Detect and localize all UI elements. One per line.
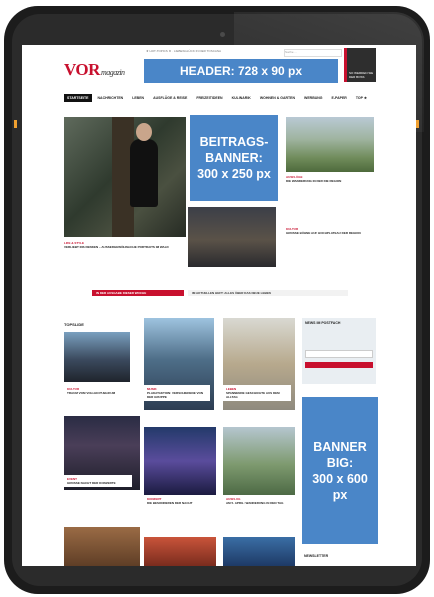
person-head [136,123,152,141]
sidebar-section-label: NEWSLETTER [304,554,329,558]
big-ad-line2: BIG: [326,455,354,470]
big-ad-line1: BANNER [313,439,367,454]
grid-image-9[interactable] [223,537,295,566]
section-title: TOPSLIDE [64,322,84,327]
newsletter-email-input[interactable] [305,350,373,358]
thumbnail-accent [344,48,347,82]
camera-icon [220,32,225,37]
newsletter-title: NEWS IM POSTFACH [305,321,341,325]
nav-item-startseite[interactable]: STARTSEITE [64,94,92,102]
nav-item-freizeit[interactable]: FREIZEITIDEEN [193,94,225,102]
grid-image-7[interactable] [64,527,140,566]
grid-title-5: DIE BESONDEREN DER NACHT [147,501,193,505]
right-side-marker [416,120,419,128]
grid-caption-1[interactable]: KULTUR TRAUM VOM VOLLEN PUBLIKUM [64,385,130,397]
grid-title-2: PLAKATAKTION: VERSCHIEDENE VON DER GRUPP… [147,391,204,399]
nav-item-nachrichten[interactable]: NACHRICHTEN [95,94,127,102]
beitrags-ad-banner[interactable]: BEITRAGS- BANNER: 300 x 250 px [190,115,278,201]
person-silhouette [130,139,158,207]
big-ad-line3: 300 x 600 [312,471,368,486]
lead-article-caption[interactable]: LIFE & STYLE VERLIEBT INS DENKEN – AUSSE… [64,241,186,249]
grid-caption-4[interactable]: EVENT GROSSE NACHT DER KONZERTE [64,475,132,487]
article-caption-stage[interactable]: KULTUR GROSSE BÜHNE AUF HOCHPLATEAU DER … [286,227,374,235]
newsletter-box: NEWS IM POSTFACH [302,318,376,384]
grid-title-3: SPANNENDE GESCHICHTE AUS DEM ALLTAG [226,391,280,399]
nav-item-kulinarik[interactable]: KULINARIK [229,94,254,102]
promo-label: IN DER AUSGABE DIESER WOCHE [96,291,147,295]
newsletter-submit-button[interactable] [305,362,373,368]
left-side-marker [14,120,17,128]
grid-title-1: TRAUM VOM VOLLEN PUBLIKUM [67,391,116,395]
beitrags-ad-line2: BANNER: [205,151,263,165]
grid-caption-3[interactable]: LEBEN SPANNENDE GESCHICHTE AUS DEM ALLTA… [223,385,291,401]
header-ad-banner[interactable]: HEADER: 728 x 90 px [144,59,338,83]
big-ad-line4: px [332,487,348,502]
lead-article-title: VERLIEBT INS DENKEN – AUSSERGEWÖHNLICHE … [64,245,169,249]
nav-item-leben[interactable]: LEBEN [129,94,147,102]
thumbnail-caption: SO WERDEN SIE DER BOSS [349,71,374,79]
grid-image-5[interactable] [144,427,216,495]
lead-article-image[interactable] [64,117,186,237]
article-image-stage[interactable] [188,207,276,267]
nav-item-epaper[interactable]: E-PAPER [329,94,350,102]
grid-title-6: AM 5. APRIL: WANDERUNG IN DEN TAG [226,501,284,505]
logo-sub: magazin [100,68,125,77]
promo-strip[interactable]: IN DER AUSGABE DIESER WOCHE IM AKTUELLEN… [92,288,352,298]
search-input[interactable]: Suche ... [284,49,342,57]
article-caption-landscape[interactable]: AUSFLÜGE DIE WANDERUNG IN DER DIE REGION [286,175,374,183]
article-title-stage: GROSSE BÜHNE AUF HOCHPLATEAU DER REGION [286,231,361,235]
side-thumbnail[interactable]: SO WERDEN SIE DER BOSS [344,48,376,82]
promo-link[interactable]: IM AKTUELLEN HEFT: ALLES ÜBER DAS NEUE L… [192,291,271,295]
beitrags-ad-line3: 300 x 250 px [197,167,271,181]
article-image-landscape[interactable] [286,117,374,172]
logo-main: VOR [64,60,100,79]
tablet-screen: ★ HOT-TOPICS ★ · LIEBESGLÜCK IN DER TOSC… [22,45,416,566]
grid-caption-6[interactable]: AUSFLUG AM 5. APRIL: WANDERUNG IN DEN TA… [223,495,291,507]
big-ad-banner[interactable]: BANNER BIG: 300 x 600 px [302,397,378,544]
grid-image-8[interactable] [144,537,216,566]
topbar-links[interactable]: ★ HOT-TOPICS ★ · LIEBESGLÜCK IN DER TOSC… [146,49,221,53]
site-logo[interactable]: VORmagazin [64,60,125,80]
main-nav: STARTSEITE NACHRICHTEN LEBEN AUSFLÜGE & … [64,93,376,103]
grid-caption-2[interactable]: MUSIK PLAKATAKTION: VERSCHIEDENE VON DER… [144,385,210,401]
article-title-landscape: DIE WANDERUNG IN DER DIE REGION [286,179,342,183]
grid-image-1[interactable] [64,332,130,382]
grid-caption-5[interactable]: KONZERT DIE BESONDEREN DER NACHT [144,495,212,507]
grid-title-4: GROSSE NACHT DER KONZERTE [67,481,116,485]
beitrags-ad-line1: BEITRAGS- [199,135,269,149]
nav-item-top[interactable]: TOP ★ [353,94,370,102]
grid-image-6[interactable] [223,427,295,495]
nav-item-ausfluege[interactable]: AUSFLÜGE & REISE [150,94,190,102]
nav-item-werbung[interactable]: WERBUNG [301,94,325,102]
nav-item-wohnen[interactable]: WOHNEN & GARTEN [257,94,298,102]
